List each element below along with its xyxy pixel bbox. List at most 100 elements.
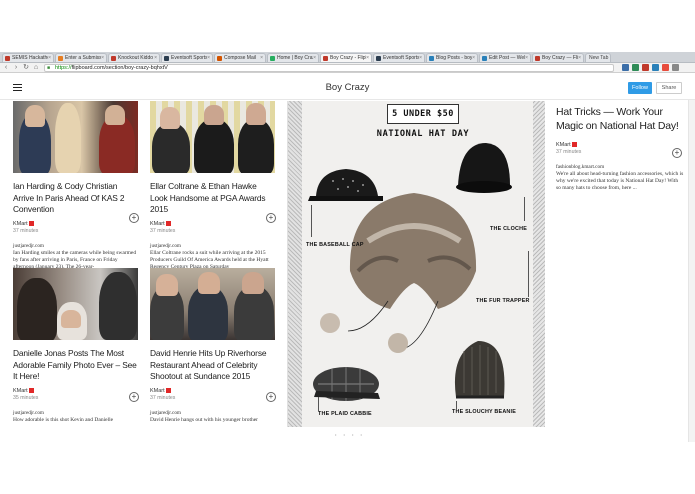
flipboard-badge-icon [28,220,34,226]
article-card[interactable]: Hat Tricks — Work Your Magic on National… [556,105,688,192]
close-icon[interactable]: × [472,55,475,61]
article-thumbnail[interactable] [13,101,138,173]
article-title[interactable]: Ellar Coltrane & Ethan Hawke Look Handso… [150,181,275,216]
tab-bar: SEMIS Hackathon× Enter a Submission× Kno… [0,52,695,63]
extension-icon[interactable] [642,64,649,71]
browser-tab[interactable]: Blog Posts - boy crazy× [426,53,478,62]
close-icon[interactable]: × [207,55,210,61]
browser-tab-active[interactable]: Boy Crazy - Flipboard× [320,53,372,62]
article-title[interactable]: Hat Tricks — Work Your Magic on National… [556,105,688,133]
new-tab-button[interactable]: New Tab [585,53,611,62]
page-indicator[interactable]: • • • • [335,432,365,437]
extension-icon[interactable] [662,64,669,71]
close-icon[interactable]: × [154,55,157,61]
photo-figure [61,310,81,328]
extension-icon[interactable] [652,64,659,71]
article-time: 37 minutes [150,394,176,401]
photo-figure [99,272,137,340]
hat-illustration [308,143,512,401]
page-header: Boy Crazy Follow Share [0,74,695,100]
close-icon[interactable]: × [260,55,263,61]
scrollbar[interactable] [688,100,695,442]
browser-tab[interactable]: Home | Boy Crazy× [267,53,319,62]
close-icon[interactable]: × [578,55,581,61]
article-card[interactable]: Ellar Coltrane & Ethan Hawke Look Handso… [150,101,280,270]
tab-favicon-icon [270,55,275,61]
photo-figure [25,105,45,127]
tab-favicon-icon [164,55,169,61]
photo-figure [17,278,57,340]
browser-tab[interactable]: Knockout Kiddo × [108,53,160,62]
article-card[interactable]: Ian Harding & Cody Christian Arrive In P… [13,101,143,270]
add-to-magazine-icon[interactable]: + [129,392,139,402]
article-thumbnail[interactable] [13,268,138,340]
article-domain: justjaredjr.com [13,242,44,249]
reload-icon[interactable]: ↻ [22,64,30,72]
browser-tab[interactable]: Eventsoft Sports × [373,53,425,62]
article-source: KMart [13,388,143,394]
photo-figure [194,119,234,173]
extension-icon[interactable] [632,64,639,71]
follow-button[interactable]: Follow [628,82,652,94]
browser-tab[interactable]: Compose Mail × [214,53,266,62]
slouchy-beanie-image [454,341,505,399]
close-icon[interactable]: × [525,55,528,61]
add-to-magazine-icon[interactable]: + [672,148,682,158]
article-snippet: How adorable is this shot Kevin and Dani… [13,416,114,423]
close-icon[interactable]: × [419,55,422,61]
address-bar[interactable]: ■ https://flipboard.com/section/boy-craz… [44,63,614,72]
article-card[interactable]: David Henrie Hits Up Riverhorse Restaura… [150,268,280,433]
baseball-cap-image [308,169,383,201]
forward-icon[interactable]: › [12,64,20,72]
article-thumbnail[interactable] [150,101,275,173]
article-domain: justjaredjr.com [150,409,181,416]
article-title[interactable]: David Henrie Hits Up Riverhorse Restaura… [150,348,275,383]
article-title[interactable]: Ian Harding & Cody Christian Arrive In P… [13,181,138,216]
close-icon[interactable]: × [101,55,104,61]
extension-bar [622,64,682,71]
home-icon[interactable]: ⌂ [32,64,40,72]
browser-tab[interactable]: Enter a Submission× [55,53,107,62]
tab-favicon-icon [535,55,540,61]
featured-image[interactable]: 5 UNDER $50 NATIONAL HAT DAY THE BASEBAL… [287,101,545,427]
article-domain: justjaredjr.com [13,409,44,416]
article-thumbnail[interactable] [150,268,275,340]
add-to-magazine-icon[interactable]: + [266,213,276,223]
menu-icon[interactable] [672,64,679,71]
article-card[interactable]: Danielle Jonas Posts The Most Adorable F… [13,268,143,433]
tab-favicon-icon [217,55,222,61]
tab-favicon-icon [111,55,116,61]
tab-favicon-icon [429,55,434,61]
extension-icon[interactable] [622,64,629,71]
article-source: KMart [150,221,280,227]
label-cloche: THE CLOCHE [490,226,528,232]
plaid-cabbie-image [313,367,380,401]
close-icon[interactable]: × [366,55,369,61]
magazine-title: Boy Crazy [325,82,370,93]
article-title[interactable]: Danielle Jonas Posts The Most Adorable F… [13,348,138,383]
photo-figure [55,103,81,173]
flipboard-badge-icon [165,387,171,393]
label-baseball-cap: THE BASEBALL CAP [306,242,364,248]
add-to-magazine-icon[interactable]: + [129,213,139,223]
back-icon[interactable]: ‹ [2,64,10,72]
share-button[interactable]: Share [656,82,682,94]
browser-tab[interactable]: Boy Crazy — Flip × [532,53,584,62]
browser-tab[interactable]: SEMIS Hackathon× [2,53,54,62]
tab-favicon-icon [376,55,381,61]
photo-figure [188,286,228,340]
add-to-magazine-icon[interactable]: + [266,392,276,402]
cloche-image [456,143,512,193]
label-slouchy-beanie: THE SLOUCHY BEANIE [452,409,517,415]
article-source: KMart [150,388,280,394]
close-icon[interactable]: × [313,55,316,61]
photo-figure [198,272,220,294]
photo-figure [160,107,180,129]
browser-tab[interactable]: Edit Post — Web × [479,53,531,62]
photo-figure [152,123,190,173]
browser-tab[interactable]: Eventsoft Sports × [161,53,213,62]
article-snippet: We're all about head-turning fashion acc… [556,171,684,191]
close-icon[interactable]: × [48,55,51,61]
photo-figure [242,272,264,294]
article-source: KMart [13,221,143,227]
